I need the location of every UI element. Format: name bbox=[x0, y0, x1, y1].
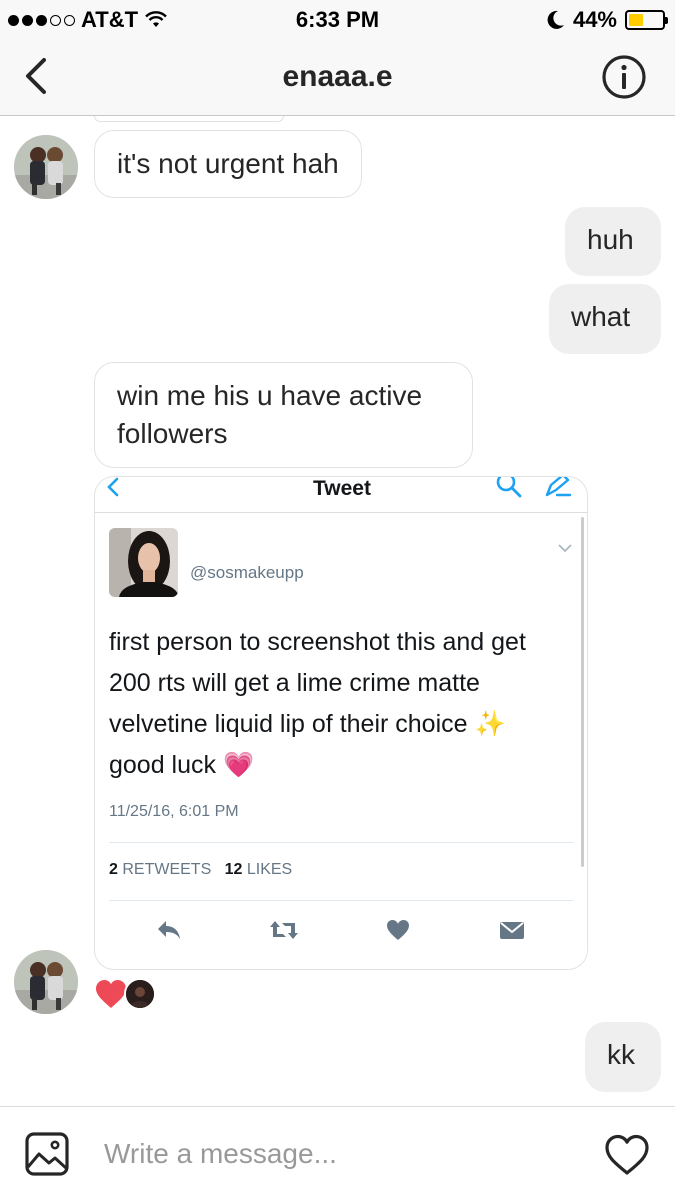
message-composer bbox=[0, 1106, 675, 1200]
likes-count: 12 bbox=[224, 861, 243, 878]
conversation-header: enaaa.e bbox=[0, 40, 675, 116]
message-thread[interactable]: it's not urgent hah huh what win me his … bbox=[0, 116, 675, 1106]
tweet-header: Tweet bbox=[95, 477, 587, 513]
message-bubble-sent[interactable]: kk bbox=[585, 1022, 661, 1092]
avatar-photo bbox=[14, 135, 78, 199]
status-right: 44% bbox=[547, 7, 668, 33]
reply-icon bbox=[158, 921, 180, 939]
status-bar: AT&T 6:33 PM 44% bbox=[0, 0, 675, 40]
retweets-label: RETWEETS bbox=[122, 861, 212, 878]
tweet-date: 11/25/16, 6:01 PM bbox=[109, 803, 239, 820]
tweet-text-line: 200 rts will get a lime crime matte bbox=[109, 669, 480, 697]
previous-message-edge bbox=[94, 116, 284, 122]
tweet-handle: @sosmakeupp bbox=[190, 563, 304, 582]
tweet-scrollbar bbox=[581, 517, 584, 867]
reactor-avatar bbox=[124, 978, 156, 1010]
message-bubble-sent[interactable]: huh bbox=[565, 207, 661, 276]
conversation-title[interactable]: enaaa.e bbox=[0, 60, 675, 94]
battery-percent: 44% bbox=[572, 7, 617, 32]
message-input[interactable] bbox=[92, 1129, 572, 1179]
chevron-down-icon bbox=[558, 544, 572, 553]
message-reactions[interactable] bbox=[94, 978, 156, 1010]
like-icon bbox=[387, 920, 409, 940]
sender-avatar[interactable] bbox=[14, 135, 78, 199]
tweet-text-line: first person to screenshot this and get bbox=[109, 628, 526, 656]
tweet-profile-photo bbox=[109, 528, 178, 597]
tweet-search-icon bbox=[496, 477, 522, 498]
heart-reaction-icon bbox=[96, 980, 126, 1008]
heart-icon[interactable] bbox=[604, 1133, 650, 1177]
battery-fill bbox=[629, 14, 644, 26]
divider bbox=[109, 842, 573, 843]
tweet-text-line: good luck 💗 bbox=[109, 751, 255, 779]
likes-label: LIKES bbox=[246, 861, 293, 878]
message-bubble-received[interactable]: it's not urgent hah bbox=[94, 130, 362, 198]
retweets-count: 2 bbox=[109, 861, 118, 878]
tweet-text: first person to screenshot this and get … bbox=[109, 622, 569, 786]
photo-icon[interactable] bbox=[24, 1131, 70, 1177]
divider bbox=[109, 900, 573, 901]
tweet-stats: 2 RETWEETS 12 LIKES bbox=[109, 861, 292, 879]
shared-tweet-image[interactable]: Tweet @sosmakeupp first person to screen… bbox=[94, 476, 588, 970]
message-bubble-received[interactable]: win me his u have active followers bbox=[94, 362, 473, 468]
retweet-icon bbox=[270, 921, 298, 939]
message-bubble-sent[interactable]: what bbox=[549, 284, 661, 354]
moon-icon bbox=[547, 10, 564, 29]
tweet-compose-icon bbox=[545, 477, 572, 497]
sender-avatar[interactable] bbox=[14, 950, 78, 1014]
info-icon[interactable] bbox=[601, 54, 647, 100]
dm-icon bbox=[500, 922, 524, 939]
tweet-text-line: velvetine liquid lip of their choice ✨ bbox=[109, 710, 506, 738]
avatar-photo bbox=[14, 950, 78, 1014]
battery-icon bbox=[625, 10, 668, 30]
